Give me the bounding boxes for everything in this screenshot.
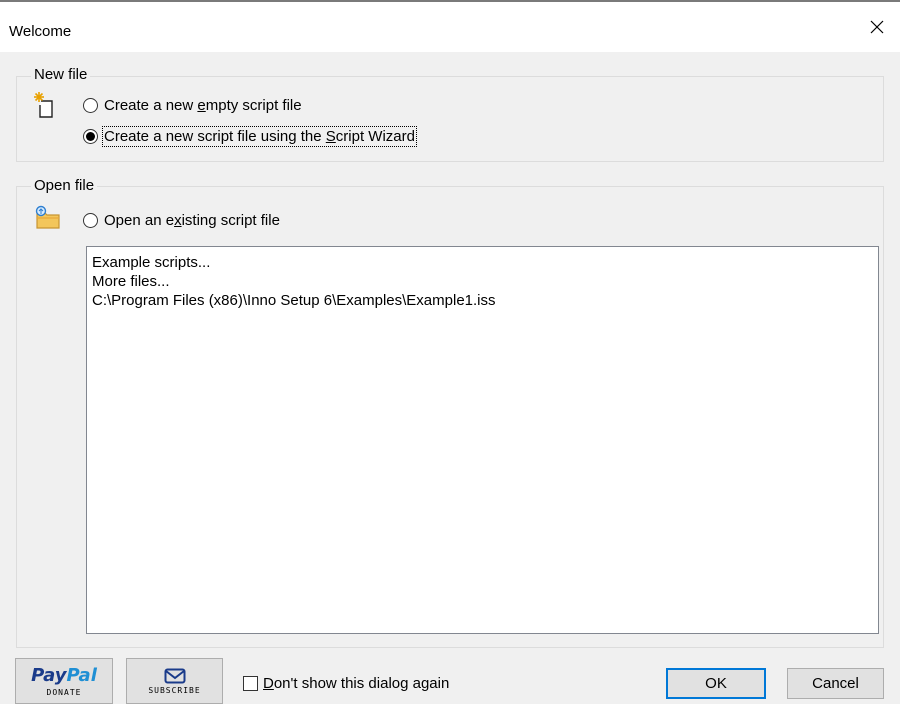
envelope-icon bbox=[164, 668, 185, 683]
radio-new-empty-label: Create a new empty script file bbox=[104, 97, 302, 114]
subscribe-button[interactable]: SUBSCRIBE bbox=[126, 658, 223, 704]
new-file-group-label: New file bbox=[31, 66, 91, 83]
subscribe-caption: SUBSCRIBE bbox=[148, 685, 201, 695]
dont-show-again-label: Don't show this dialog again bbox=[263, 675, 450, 692]
ok-button[interactable]: OK bbox=[666, 668, 766, 699]
paypal-logo: PayPal bbox=[31, 664, 97, 686]
open-folder-icon bbox=[35, 205, 60, 229]
welcome-dialog: Welcome New file Create a new empty scri… bbox=[0, 0, 900, 704]
recent-files-list[interactable]: Example scripts... More files... C:\Prog… bbox=[86, 246, 879, 634]
paypal-donate-button[interactable]: PayPal DONATE bbox=[15, 658, 113, 704]
radio-open-existing[interactable]: Open an existing script file bbox=[83, 212, 280, 229]
dont-show-again-checkbox[interactable]: Don't show this dialog again bbox=[243, 675, 449, 692]
open-file-group-label: Open file bbox=[31, 177, 98, 194]
close-icon bbox=[870, 20, 884, 34]
paypal-donate-caption: DONATE bbox=[46, 687, 82, 697]
radio-script-wizard[interactable]: Create a new script file using the Scrip… bbox=[83, 126, 417, 147]
cancel-button[interactable]: Cancel bbox=[787, 668, 884, 699]
close-button[interactable] bbox=[854, 2, 900, 52]
list-item-more-files[interactable]: More files... bbox=[92, 272, 873, 291]
list-item-example-scripts[interactable]: Example scripts... bbox=[92, 253, 873, 272]
list-item-recent-file[interactable]: C:\Program Files (x86)\Inno Setup 6\Exam… bbox=[92, 291, 873, 310]
radio-open-existing-label: Open an existing script file bbox=[104, 212, 280, 229]
new-file-group bbox=[16, 76, 884, 162]
window-title: Welcome bbox=[9, 23, 72, 40]
radio-button-selected[interactable] bbox=[83, 129, 98, 144]
radio-new-empty-script[interactable]: Create a new empty script file bbox=[83, 97, 302, 114]
checkbox-box[interactable] bbox=[243, 676, 258, 691]
title-bar: Welcome bbox=[0, 2, 900, 52]
radio-button[interactable] bbox=[83, 213, 98, 228]
new-file-sparkle-icon bbox=[34, 92, 53, 118]
radio-script-wizard-label: Create a new script file using the Scrip… bbox=[102, 126, 417, 147]
radio-button[interactable] bbox=[83, 98, 98, 113]
